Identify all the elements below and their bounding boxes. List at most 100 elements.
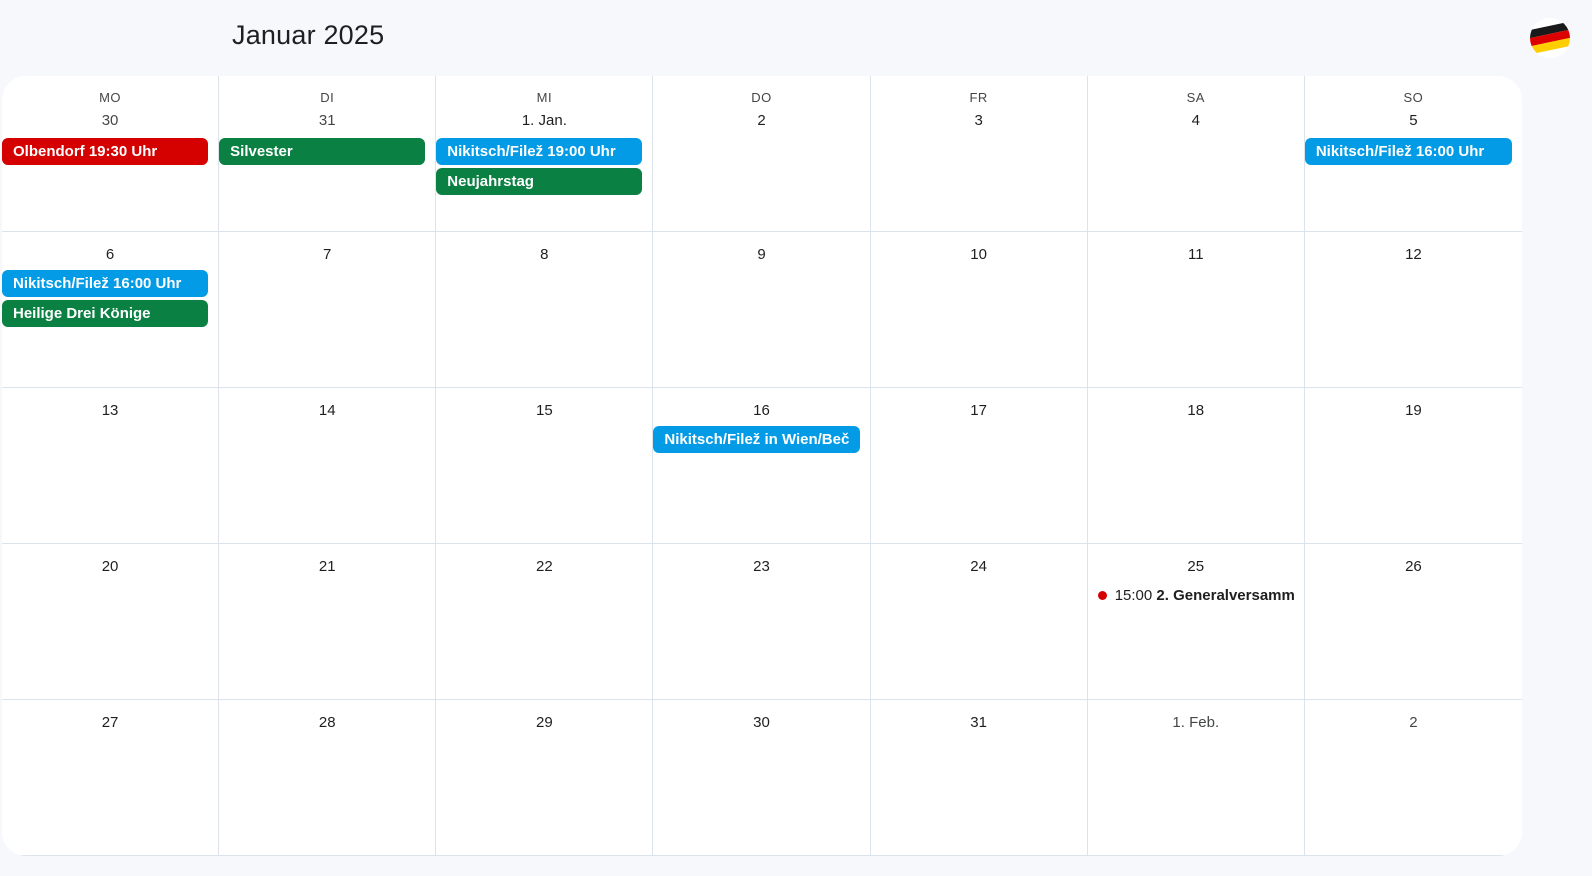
day-number[interactable]: 21	[219, 558, 435, 575]
day-cell[interactable]: 21	[219, 544, 437, 700]
day-cell[interactable]: 11	[1087, 232, 1305, 388]
day-number[interactable]: 1. Feb.	[1088, 714, 1304, 731]
day-number[interactable]: 4	[1088, 112, 1304, 129]
event-list: Nikitsch/Filež 16:00 Uhr Heilige Drei Kön…	[2, 270, 209, 330]
day-cell[interactable]: DO 2	[653, 76, 871, 232]
day-cell[interactable]: 8	[436, 232, 654, 388]
day-number[interactable]: 6	[2, 246, 218, 263]
event-item[interactable]: 15:00 2. Generalversamm	[1088, 582, 1294, 609]
weekday-header: MO	[99, 90, 122, 105]
day-number[interactable]: 11	[1088, 246, 1304, 263]
day-number[interactable]: 25	[1088, 558, 1304, 575]
day-number[interactable]: 18	[1088, 402, 1304, 419]
day-cell[interactable]: 25 15:00 2. Generalversamm	[1087, 544, 1305, 700]
month-title: Januar 2025	[232, 20, 385, 50]
event-chip[interactable]: Nikitsch/Filež in Wien/Beč	[653, 426, 860, 453]
day-number[interactable]: 20	[2, 558, 218, 575]
weekday-header: SO	[1403, 90, 1424, 105]
event-title: 2. Generalversamm	[1156, 587, 1294, 604]
day-cell[interactable]: 24	[870, 544, 1088, 700]
event-chip[interactable]: Nikitsch/Filež 16:00 Uhr	[2, 270, 209, 297]
event-chip[interactable]: Neujahrstag	[436, 168, 643, 195]
day-cell[interactable]: 28	[219, 700, 437, 856]
event-list: Silvester	[219, 138, 426, 168]
day-cell[interactable]: 17	[870, 388, 1088, 544]
day-number[interactable]: 13	[2, 402, 218, 419]
day-cell[interactable]: 6 Nikitsch/Filež 16:00 Uhr Heilige Drei Kö…	[2, 232, 220, 388]
day-number[interactable]: 24	[871, 558, 1087, 575]
day-cell[interactable]: DI 31 Silvester	[219, 76, 437, 232]
event-list: Olbendorf 19:30 Uhr	[2, 138, 209, 168]
day-number[interactable]: 17	[871, 402, 1087, 419]
day-cell[interactable]: 1. Feb.	[1087, 700, 1305, 856]
day-number[interactable]: 30	[653, 714, 869, 731]
account-avatar[interactable]	[1530, 18, 1570, 58]
day-cell[interactable]: 20	[2, 544, 220, 700]
day-cell[interactable]: 7	[219, 232, 437, 388]
day-number[interactable]: 31	[871, 714, 1087, 731]
weekday-header: DO	[751, 90, 772, 105]
event-chip[interactable]: Silvester	[219, 138, 426, 165]
day-cell[interactable]: 27	[2, 700, 220, 856]
day-number[interactable]: 27	[2, 714, 218, 731]
event-time: 15:00	[1114, 587, 1153, 604]
day-cell[interactable]: 10	[870, 232, 1088, 388]
day-cell[interactable]: 2	[1304, 700, 1522, 856]
calendar-header: Januar 2025	[0, 0, 1592, 76]
day-number[interactable]: 14	[219, 402, 435, 419]
event-dot-icon	[1097, 590, 1107, 600]
day-number[interactable]: 19	[1305, 402, 1522, 419]
day-number[interactable]: 28	[219, 714, 435, 731]
event-list: Nikitsch/Filež 19:00 Uhr Neujahrstag	[436, 138, 643, 198]
day-number[interactable]: 26	[1305, 558, 1522, 575]
day-number[interactable]: 22	[436, 558, 652, 575]
weekday-header: FR	[969, 90, 988, 105]
day-cell[interactable]: SA 4	[1087, 76, 1305, 232]
weekday-header: MI	[536, 90, 553, 105]
day-cell[interactable]: MO 30 Olbendorf 19:30 Uhr	[2, 76, 220, 232]
day-number[interactable]: 1. Jan.	[436, 112, 652, 129]
day-cell[interactable]: 19	[1304, 388, 1522, 544]
day-cell[interactable]: 14	[219, 388, 437, 544]
event-chip[interactable]: Nikitsch/Filež 16:00 Uhr	[1304, 138, 1512, 165]
day-number[interactable]: 29	[436, 714, 652, 731]
day-number[interactable]: 23	[653, 558, 869, 575]
day-number[interactable]: 30	[2, 112, 218, 129]
day-cell[interactable]: SO 5 Nikitsch/Filež 16:00 Uhr	[1304, 76, 1522, 232]
day-number[interactable]: 16	[653, 402, 869, 419]
day-cell[interactable]: 31	[870, 700, 1088, 856]
event-chip[interactable]: Olbendorf 19:30 Uhr	[2, 138, 209, 165]
weekday-header: SA	[1186, 90, 1205, 105]
day-cell[interactable]: 9	[653, 232, 871, 388]
day-number[interactable]: 2	[653, 112, 869, 129]
day-cell[interactable]: FR 3	[870, 76, 1088, 232]
day-number[interactable]: 5	[1305, 112, 1522, 129]
day-number[interactable]: 12	[1305, 246, 1522, 263]
day-number[interactable]: 8	[436, 246, 652, 263]
day-cell[interactable]: 26	[1304, 544, 1522, 700]
day-cell[interactable]: 18	[1087, 388, 1305, 544]
day-number[interactable]: 31	[219, 112, 435, 129]
day-number[interactable]: 7	[219, 246, 435, 263]
day-number[interactable]: 15	[436, 402, 652, 419]
day-number[interactable]: 3	[871, 112, 1087, 129]
weekday-header: DI	[320, 90, 335, 105]
day-cell[interactable]: 15	[436, 388, 654, 544]
day-number[interactable]: 2	[1305, 714, 1522, 731]
day-cell[interactable]: 22	[436, 544, 654, 700]
day-number[interactable]: 10	[871, 246, 1087, 263]
event-list: Nikitsch/Filež in Wien/Beč	[653, 426, 860, 456]
event-chip[interactable]: Heilige Drei Könige	[2, 300, 209, 327]
event-chip[interactable]: Nikitsch/Filež 19:00 Uhr	[436, 138, 643, 165]
month-grid-container: MO 30 Olbendorf 19:30 Uhr DI 31 Silvester MI 1.…	[2, 76, 1522, 856]
day-cell[interactable]: 12	[1304, 232, 1522, 388]
flag-logo-icon	[1530, 18, 1570, 58]
day-cell[interactable]: 30	[653, 700, 871, 856]
event-list: 15:00 2. Generalversamm	[1088, 582, 1294, 609]
day-cell[interactable]: 29	[436, 700, 654, 856]
day-number[interactable]: 9	[653, 246, 869, 263]
day-cell[interactable]: 13	[2, 388, 220, 544]
day-cell[interactable]: 16 Nikitsch/Filež in Wien/Beč	[653, 388, 871, 544]
day-cell[interactable]: 23	[653, 544, 871, 700]
day-cell[interactable]: MI 1. Jan. Nikitsch/Filež 19:00 Uhr Neujahr…	[436, 76, 654, 232]
